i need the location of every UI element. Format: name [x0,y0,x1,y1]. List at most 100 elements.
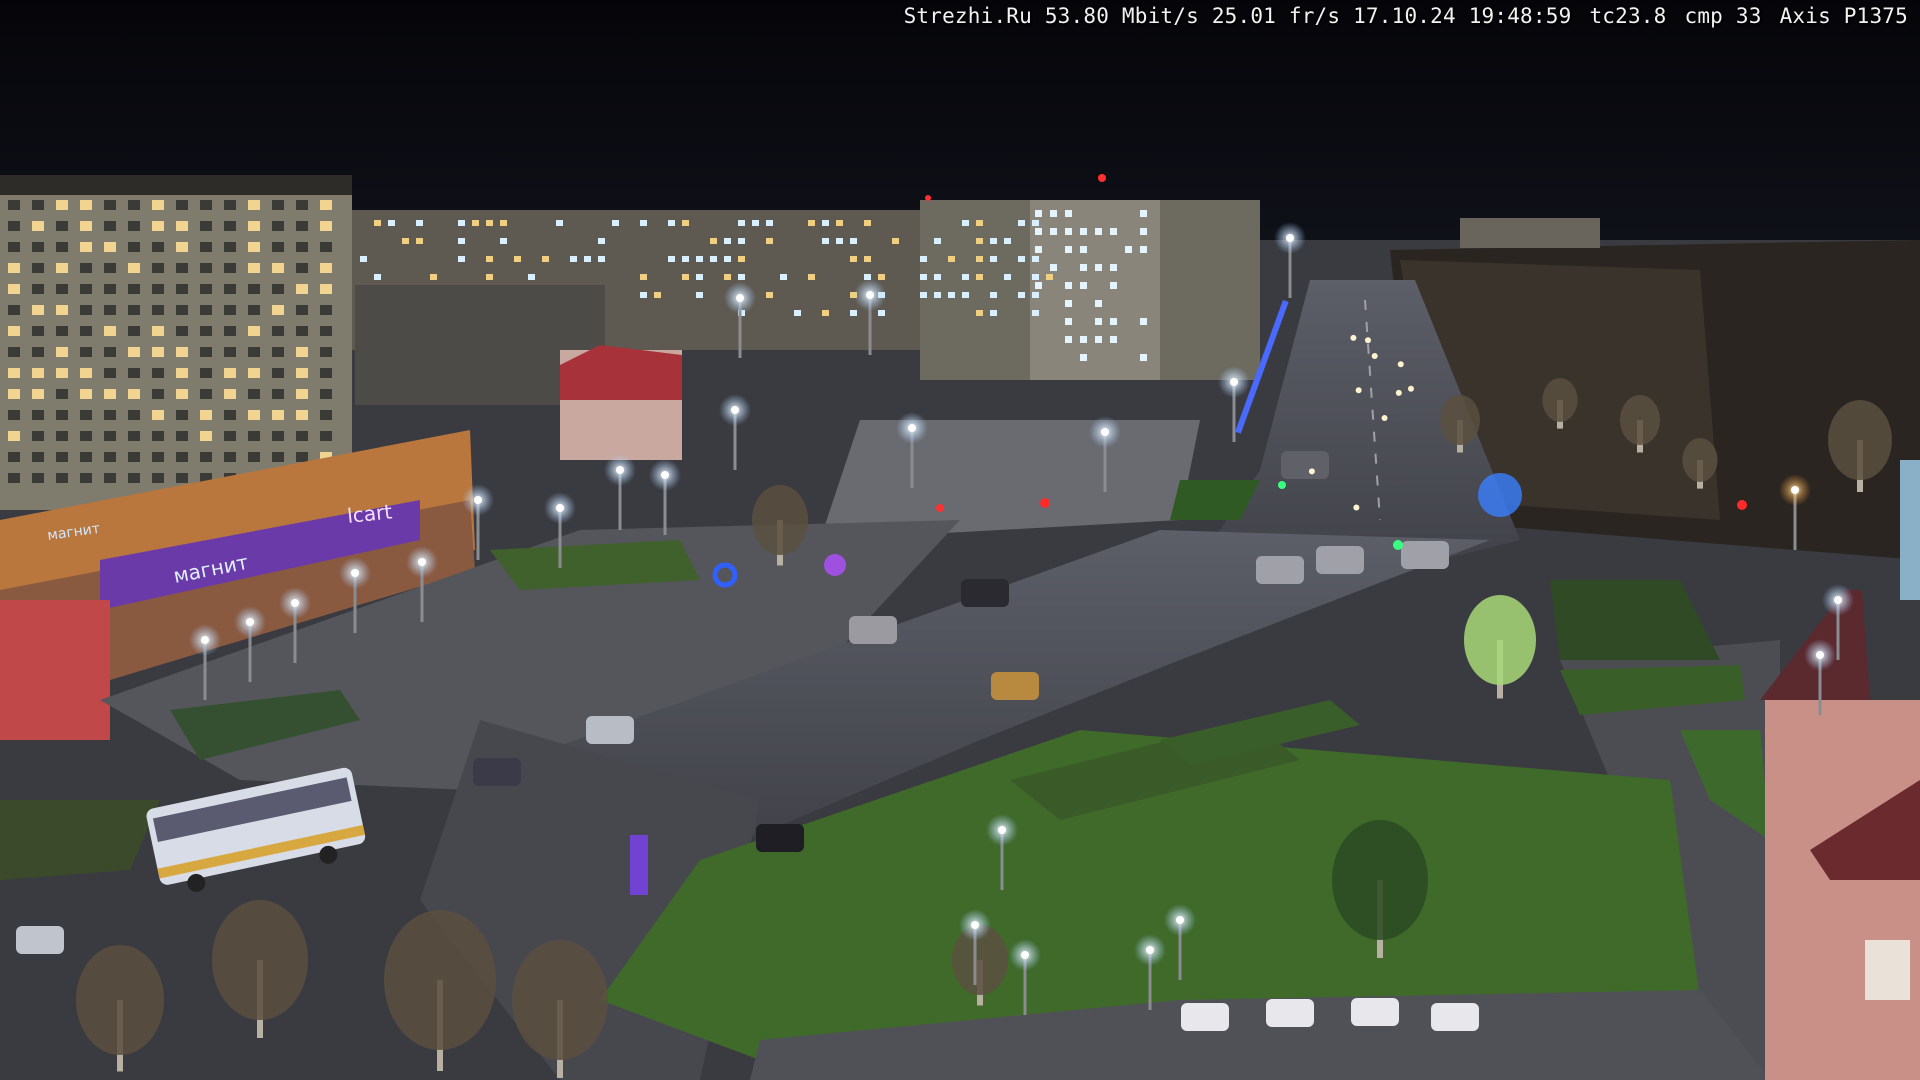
tree-crown [512,940,608,1060]
window [32,452,44,462]
tree-crown [76,945,164,1055]
window [1110,336,1117,343]
window [176,221,188,231]
window [80,326,92,336]
window [200,452,212,462]
window [248,389,260,399]
window [654,292,661,298]
framerate: 25.01 fr/s [1211,4,1341,28]
window [296,284,308,294]
window [176,263,188,273]
headlight [1355,387,1362,394]
window [1018,220,1025,226]
window [248,242,260,252]
window [8,452,20,462]
window [724,274,731,280]
window [1065,300,1072,307]
lamp-bulb [616,466,624,474]
window [1140,210,1147,217]
window [56,326,68,336]
decorative-palm-lights [1478,473,1522,517]
antenna-light [1098,174,1106,182]
lamp-bulb [1791,486,1799,494]
window [296,410,308,420]
window [486,256,493,262]
window [696,274,703,280]
window [1050,228,1057,235]
window [224,263,236,273]
window [32,221,44,231]
traffic-light-red [1737,500,1747,510]
distant-building [1460,218,1600,248]
window [176,305,188,315]
lamp-bulb [1146,946,1154,954]
window [320,284,332,294]
window [152,347,164,357]
window [668,256,675,262]
camera-model: Axis P1375 [1779,4,1908,28]
window [808,220,815,226]
tree-crown [212,900,308,1020]
window [104,452,116,462]
window [104,326,116,336]
window [320,368,332,378]
window [696,292,703,298]
headlight [1350,334,1357,341]
window [32,200,44,210]
window [224,389,236,399]
window [80,368,92,378]
window [128,326,140,336]
window [224,347,236,357]
tree-crown [1440,395,1480,445]
window [272,410,284,420]
tree-crown [1620,395,1660,445]
window [128,368,140,378]
window [80,242,92,252]
window [1050,264,1057,271]
window [272,347,284,357]
lamp-bulb [1834,596,1842,604]
window [766,220,773,226]
window [976,256,983,262]
window [990,238,997,244]
lamp-bulb [971,921,979,929]
window [56,305,68,315]
window [296,389,308,399]
window [402,238,409,244]
window [1080,264,1087,271]
window [570,256,577,262]
window [296,263,308,273]
window [934,292,941,298]
window [416,238,423,244]
window [500,238,507,244]
window [1035,246,1042,253]
window [128,242,140,252]
antenna-light [925,195,931,201]
window [176,410,188,420]
window [296,200,308,210]
window [128,347,140,357]
window [668,220,675,226]
window [1065,318,1072,325]
car [1351,998,1399,1026]
window [128,263,140,273]
window [8,410,20,420]
window [1080,228,1087,235]
window [200,284,212,294]
window [80,452,92,462]
car [1266,999,1314,1027]
purple-sculpture [824,554,846,576]
window [272,326,284,336]
window [296,431,308,441]
window [934,238,941,244]
window [200,368,212,378]
window [32,431,44,441]
car [1401,541,1449,569]
window [104,305,116,315]
window [458,220,465,226]
window [176,389,188,399]
window [1018,256,1025,262]
window [56,431,68,441]
lamp-bulb [418,558,426,566]
car [961,579,1009,607]
